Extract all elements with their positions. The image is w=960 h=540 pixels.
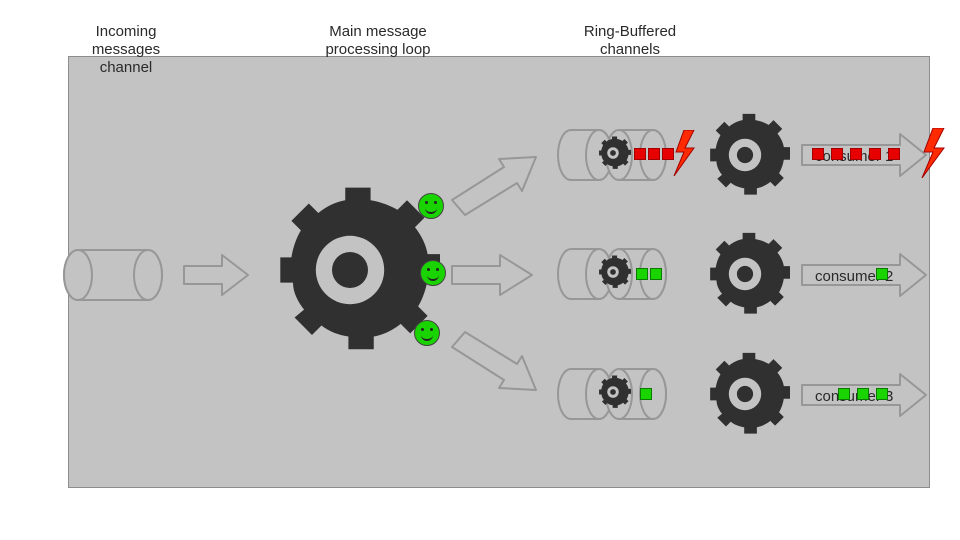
output-square [850, 148, 862, 160]
output-square [869, 148, 881, 160]
arrow-branch-3 [448, 330, 544, 406]
label-ring-buffered: Ring-Buffered channels [560, 23, 700, 59]
input-cylinder [60, 245, 170, 305]
buffer-square [636, 268, 648, 280]
buffer-square [634, 148, 646, 160]
output-square [838, 388, 850, 400]
output-square [888, 148, 900, 160]
arrow-branch-2 [450, 253, 536, 301]
mini-gear-icon [595, 135, 631, 171]
buffer-square [648, 148, 660, 160]
consumer-gear-icon [700, 110, 790, 200]
output-square [812, 148, 824, 160]
output-square [857, 388, 869, 400]
output-square [876, 268, 888, 280]
smiley-icon [418, 193, 444, 219]
arrow-input [182, 253, 252, 301]
output-square [876, 388, 888, 400]
consumer-gear-icon [700, 349, 790, 439]
arrow-branch-1 [448, 145, 544, 221]
smiley-icon [414, 320, 440, 346]
buffer-square [640, 388, 652, 400]
bolt-icon [670, 130, 698, 180]
output-square [831, 148, 843, 160]
label-main-loop: Main message processing loop [298, 23, 458, 59]
mini-gear-icon [595, 254, 631, 290]
consumer-gear-icon [700, 229, 790, 319]
bolt-icon [918, 128, 948, 182]
main-gear-icon [260, 180, 440, 360]
buffer-square [650, 268, 662, 280]
mini-gear-icon [595, 374, 631, 410]
smiley-icon [420, 260, 446, 286]
label-incoming: Incoming messages channel [58, 23, 194, 77]
